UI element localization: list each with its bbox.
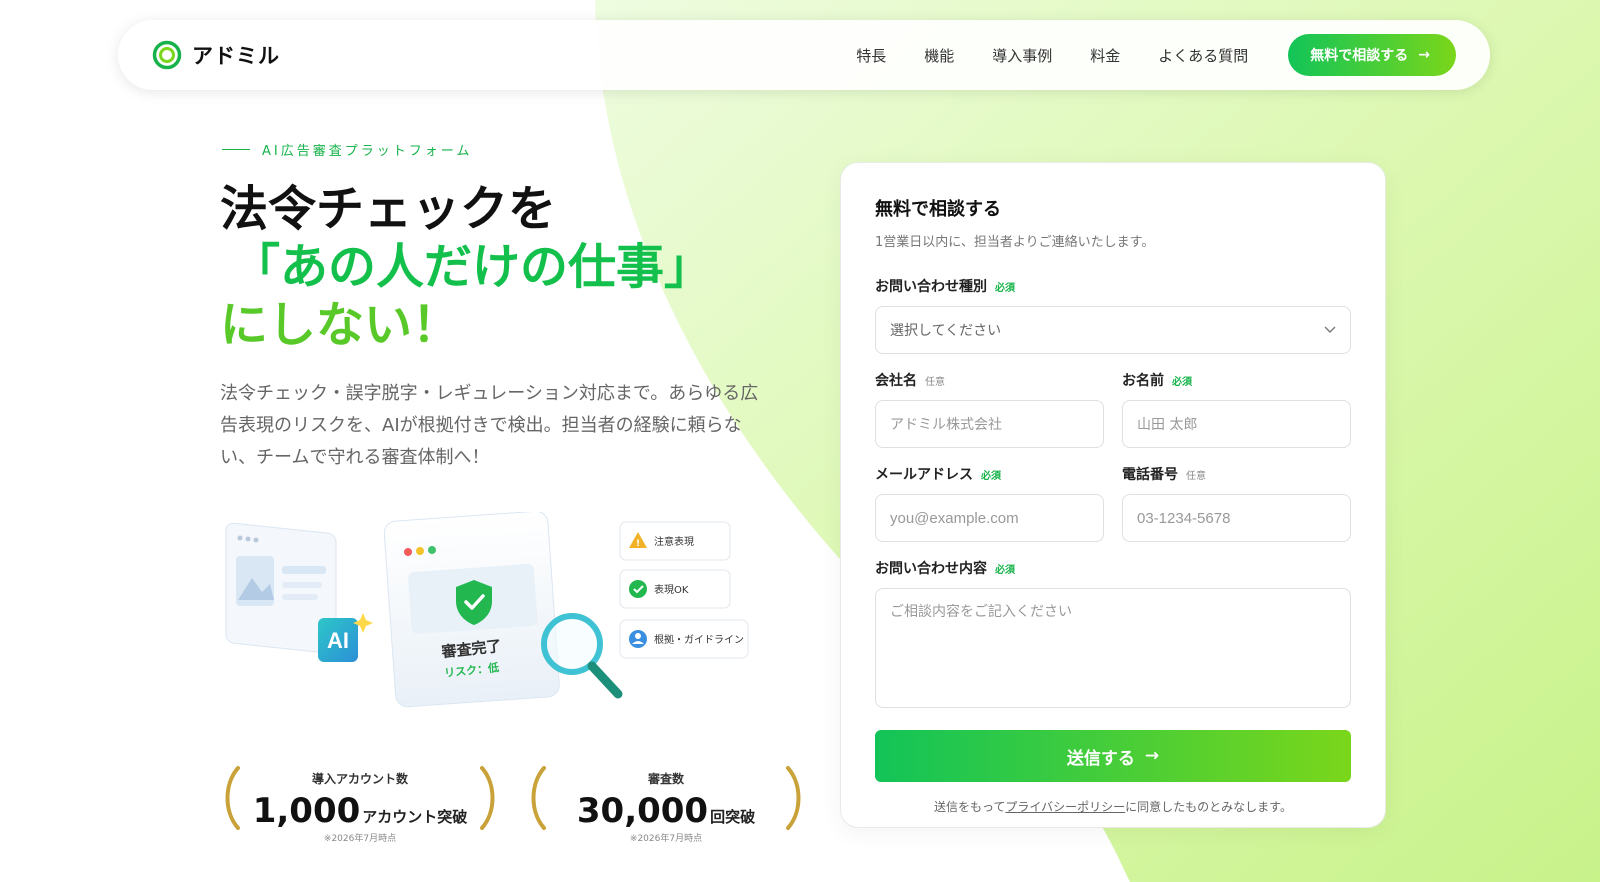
company-label: 会社名 任意: [875, 373, 945, 389]
svg-text:!: !: [636, 539, 640, 549]
svg-text:根拠・ガイドライン: 根拠・ガイドライン: [654, 633, 744, 646]
laurel-right-icon: [786, 766, 801, 830]
required-badge: 必須: [981, 470, 1001, 482]
laurel-right-icon: [480, 766, 495, 830]
stats-section: 導入アカウント数 1,000 アカウント突破 ※2026年7月時点 審査数 30…: [220, 766, 806, 854]
optional-badge: 任意: [925, 376, 945, 388]
hero-description: 法令チェック・誤字脱字・レギュレーション対応まで。あらゆる広告表現のリスクを、A…: [220, 383, 759, 468]
inquiry-type-label: お問い合わせ種別 必須: [875, 279, 1015, 295]
stat-accounts: 導入アカウント数 1,000 アカウント突破 ※2026年7月時点: [220, 766, 500, 854]
nav-faq[interactable]: よくある質問: [1158, 45, 1248, 66]
svg-text:表現OK: 表現OK: [654, 583, 689, 596]
phone-label: 電話番号 任意: [1122, 467, 1206, 483]
logo[interactable]: アドミル: [152, 40, 280, 70]
stat-note: ※2026年7月時点: [323, 834, 397, 844]
required-badge: 必須: [995, 282, 1015, 294]
tag-ok: 表現OK: [619, 569, 731, 609]
name-input[interactable]: 山田 太郎: [1122, 400, 1351, 448]
tag-caution: ! 注意表現: [619, 521, 731, 561]
stat-label: 導入アカウント数: [311, 772, 408, 786]
email-input[interactable]: you@example.com: [875, 494, 1104, 542]
required-badge: 必須: [1172, 376, 1192, 388]
phone-input[interactable]: 03-1234-5678: [1122, 494, 1351, 542]
nav-case-studies[interactable]: 導入事例: [992, 45, 1052, 66]
stat-reviews: 審査数 30,000 回突破 ※2026年7月時点: [526, 766, 806, 854]
message-textarea[interactable]: ご相談内容をご記入ください: [875, 588, 1351, 708]
stat-unit: アカウント突破: [362, 808, 468, 826]
header-consult-button[interactable]: 無料で相談する →: [1288, 34, 1456, 76]
inquiry-type-value: 選択してください: [890, 323, 1002, 339]
laurel-left-icon: [225, 766, 240, 830]
chevron-down-icon: [1324, 326, 1336, 333]
hero-eyebrow: AI広告審査プラットフォーム: [222, 140, 472, 159]
stat-value: 1,000: [252, 791, 361, 831]
laurel-left-icon: [531, 766, 546, 830]
header-consult-label: 無料で相談する: [1310, 48, 1409, 64]
headline-line-1: 法令チェックを: [220, 181, 557, 237]
privacy-policy-link[interactable]: プライバシーポリシー: [1005, 800, 1125, 814]
consultation-form: 無料で相談する 1営業日以内に、担当者よりご連絡いたします。 お問い合わせ種別 …: [840, 162, 1386, 828]
site-header: アドミル 特長 機能 導入事例 料金 よくある質問 無料で相談する →: [118, 20, 1490, 90]
ai-badge-icon: AI: [318, 613, 373, 662]
privacy-agreement: 送信をもってプライバシーポリシーに同意したものとみなします。: [934, 800, 1292, 814]
hero-headline: 法令チェックを 「あの人だけの仕事」 にしない！: [220, 180, 712, 354]
form-subtitle: 1営業日以内に、担当者よりご連絡いたします。: [875, 235, 1155, 250]
form-title: 無料で相談する: [875, 199, 1001, 220]
submit-label: 送信する: [1066, 748, 1135, 769]
hero-illustration: AI 審査完了 リスク：低 ! 注意表現 表現OK 根拠・ガイドライン: [225, 512, 749, 708]
stat-label: 審査数: [647, 772, 684, 786]
nav-functions[interactable]: 機能: [924, 45, 954, 66]
eyebrow-line: [222, 149, 250, 150]
inquiry-type-select[interactable]: 選択してください: [875, 306, 1351, 354]
main-nav: 特長 機能 導入事例 料金 よくある質問: [856, 45, 1248, 66]
stat-note: ※2026年7月時点: [629, 834, 703, 844]
required-badge: 必須: [995, 564, 1015, 576]
review-window-graphic: 審査完了 リスク：低: [383, 512, 560, 708]
tag-guideline: 根拠・ガイドライン: [619, 619, 749, 659]
stat-value: 30,000: [576, 791, 709, 831]
company-input[interactable]: アドミル株式会社: [875, 400, 1104, 448]
optional-badge: 任意: [1186, 470, 1206, 482]
arrow-right-icon: →: [1418, 47, 1430, 63]
stat-unit: 回突破: [710, 808, 756, 826]
name-label: お名前 必須: [1122, 373, 1192, 389]
message-label: お問い合わせ内容 必須: [875, 561, 1015, 577]
svg-text:注意表現: 注意表現: [654, 535, 694, 548]
headline-line-3: にしない！: [220, 297, 461, 353]
logo-text: アドミル: [192, 44, 280, 68]
logo-ring-icon: [152, 40, 182, 70]
nav-features[interactable]: 特長: [856, 45, 886, 66]
svg-text:AI: AI: [327, 628, 349, 653]
eyebrow-text: AI広告審査プラットフォーム: [262, 144, 473, 159]
email-label: メールアドレス 必須: [875, 467, 1001, 483]
headline-line-2: 「あの人だけの仕事」: [232, 239, 713, 295]
nav-pricing[interactable]: 料金: [1090, 45, 1120, 66]
arrow-right-icon: →: [1144, 746, 1160, 766]
submit-button[interactable]: 送信する →: [875, 730, 1351, 782]
